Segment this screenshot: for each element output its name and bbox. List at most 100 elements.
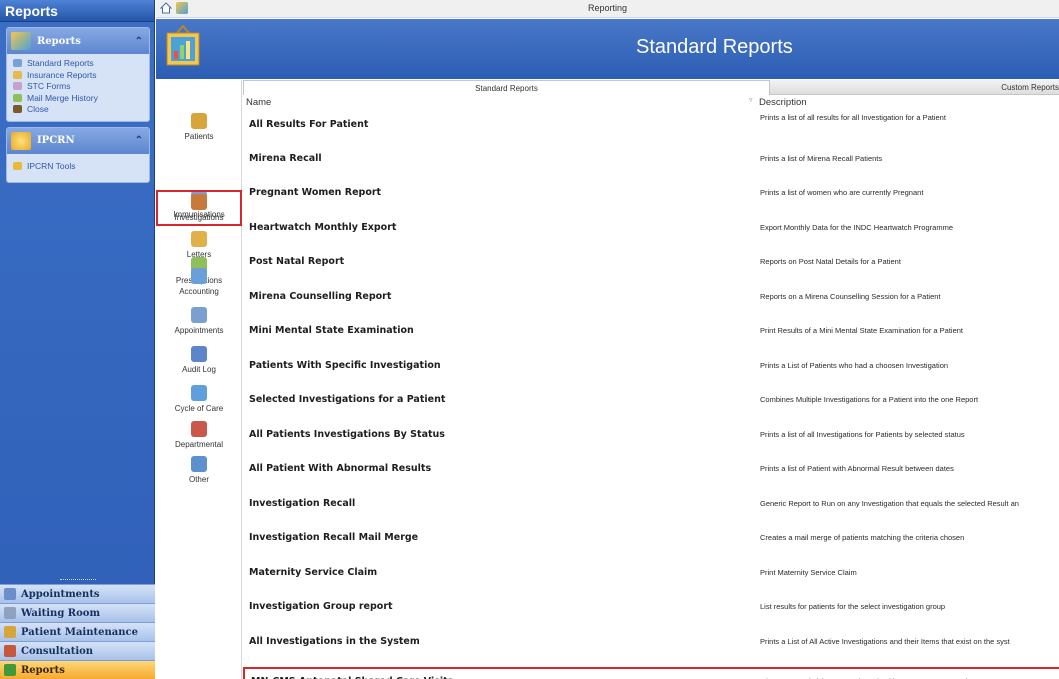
report-name: Mini Mental State Examination <box>249 325 414 336</box>
nav-button-consultation[interactable]: Consultation <box>0 641 155 660</box>
category-investigations[interactable]: Investigations <box>156 190 242 226</box>
table-row[interactable]: Patients With Specific Investigation Prin… <box>243 353 1059 387</box>
table-row[interactable]: All Patient With Abnormal Results Prints … <box>243 456 1059 490</box>
nav-item-standard-reports[interactable]: Standard Reports <box>13 58 145 69</box>
nav-button-label: Waiting Room <box>21 607 101 619</box>
ipcrn-group: IPCRN ⌃ IPCRN Tools <box>6 126 150 183</box>
nav-item-ipcrn-tools[interactable]: IPCRN Tools <box>13 161 145 172</box>
reports-group-header[interactable]: Reports ⌃ <box>7 28 149 54</box>
reports-group-items: Standard Reports Insurance Reports STC F… <box>7 54 149 121</box>
window-title: Reporting <box>587 3 628 13</box>
report-description: Creates a mail merge of patients matchin… <box>760 533 965 542</box>
letters-icon <box>191 231 207 247</box>
nav-item-insurance-reports[interactable]: Insurance Reports <box>13 70 145 81</box>
category-appointments[interactable]: Appointments <box>156 307 242 335</box>
category-cycle-of-care[interactable]: Cycle of Care <box>156 385 242 413</box>
report-description: List results for patients for the select… <box>760 602 946 611</box>
category-audit-log[interactable]: Audit Log <box>156 346 242 374</box>
report-name: All Results For Patient <box>249 119 369 130</box>
nav-button-patient-maintenance[interactable]: Patient Maintenance <box>0 622 155 641</box>
category-letters[interactable]: Letters <box>156 231 242 259</box>
table-row[interactable]: Heartwatch Monthly Export Export Monthly … <box>243 215 1059 249</box>
nav-pane-title: Reports <box>0 0 154 22</box>
report-description: Prints a List of All Active Investigatio… <box>760 636 1010 646</box>
tab-custom-reports[interactable]: Custom Reports <box>770 80 1059 95</box>
report-tabs: Standard Reports Custom Reports <box>243 80 1059 95</box>
report-name: Pregnant Women Report <box>249 187 382 198</box>
table-row[interactable]: Pregnant Women Report Prints a list of wo… <box>243 180 1059 214</box>
nav-button-label: Patient Maintenance <box>21 626 138 638</box>
appointments-icon <box>191 307 207 323</box>
report-name: Investigation Recall Mail Merge <box>249 532 419 543</box>
table-row[interactable]: MN-CMS Antenatal Shared Care VisitsLists… <box>243 667 1059 679</box>
departmental-icon <box>191 421 207 437</box>
reports-group-icon <box>11 32 31 50</box>
other-icon <box>191 456 207 472</box>
table-row[interactable]: Mirena Counselling Report Reports on a Mi… <box>243 284 1059 318</box>
nav-item-label: Insurance Reports <box>27 69 97 80</box>
table-row[interactable]: Post Natal Report Reports on Post Natal D… <box>243 249 1059 283</box>
category-patients[interactable]: Patients <box>156 113 242 141</box>
table-row[interactable]: All Results For Patient Prints a list of … <box>243 109 1059 143</box>
header-banner: Standard Reports <box>156 19 1059 79</box>
waiting-room-icon <box>4 607 16 619</box>
collapse-chevron-icon[interactable]: ⌃ <box>135 36 143 47</box>
category-label: Cycle of Care <box>174 404 224 413</box>
report-description: Prints a list of all Investigations for … <box>760 429 965 439</box>
nav-button-reports[interactable]: Reports <box>0 660 155 679</box>
report-description: Prints a list of all results for all Inv… <box>760 113 946 122</box>
report-name: Post Natal Report <box>249 256 345 267</box>
pane-splitter-grip[interactable] <box>60 579 96 581</box>
report-description: Print Maternity Service Claim <box>760 567 857 577</box>
grid-header: Name ▿ Description <box>243 96 1059 108</box>
nav-item-stc-forms[interactable]: STC Forms <box>13 81 145 92</box>
ipcrn-group-items: IPCRN Tools <box>7 154 149 183</box>
nav-button-appointments[interactable]: Appointments <box>0 584 155 603</box>
report-name: Mirena Counselling Report <box>249 290 392 302</box>
category-toolbar: Patients Immunisations Prescriptions Inv… <box>156 80 242 679</box>
ipcrn-tools-icon <box>13 161 22 170</box>
standard-reports-icon <box>13 59 22 68</box>
column-header-description[interactable]: Description <box>759 97 807 108</box>
nav-button-label: Consultation <box>21 645 94 657</box>
category-accounting[interactable]: Accounting <box>156 268 242 296</box>
table-row[interactable]: Mini Mental State Examination Print Resul… <box>243 318 1059 352</box>
report-name: Maternity Service Claim <box>249 566 378 578</box>
nav-button-label: Reports <box>21 664 65 676</box>
nav-item-label: Close <box>27 104 49 115</box>
report-name: All Patient With Abnormal Results <box>249 463 432 474</box>
filter-icon[interactable]: ▿ <box>749 96 753 104</box>
table-row[interactable]: Investigation Recall Generic Report to Ru… <box>243 491 1059 525</box>
report-description: Reports on Post Natal Details for a Pati… <box>760 257 901 266</box>
nav-item-close[interactable]: Close <box>13 104 145 115</box>
table-row[interactable]: Selected Investigations for a Patient Com… <box>243 387 1059 421</box>
report-description: Combines Multiple Investigations for a P… <box>760 395 979 404</box>
table-row[interactable]: All Investigations in the System Prints a… <box>243 629 1059 663</box>
table-row[interactable]: Mirena Recall Prints a list of Mirena Rec… <box>243 146 1059 180</box>
ipcrn-group-icon <box>11 131 31 150</box>
appointments-icon <box>4 588 16 600</box>
table-row[interactable]: Investigation Recall Mail Merge Creates a… <box>243 525 1059 559</box>
page-title: Standard Reports <box>636 36 793 58</box>
category-label: Patients <box>184 132 214 141</box>
table-row[interactable]: All Patients Investigations By Status Pri… <box>243 422 1059 456</box>
category-departmental[interactable]: Departmental <box>156 421 242 449</box>
nav-item-mail-merge-history[interactable]: Mail Merge History <box>13 93 145 104</box>
patients-icon <box>191 113 207 129</box>
accounting-icon <box>191 268 207 284</box>
close-icon <box>13 105 22 114</box>
category-other[interactable]: Other <box>156 456 242 484</box>
table-row[interactable]: Investigation Group report List results f… <box>243 594 1059 628</box>
navigation-pane: Reports Reports ⌃ Standard Reports Insur… <box>0 0 155 679</box>
mail-merge-history-icon <box>13 93 22 102</box>
ipcrn-group-header[interactable]: IPCRN ⌃ <box>7 127 149 154</box>
category-label: Appointments <box>174 326 224 335</box>
column-header-name[interactable]: Name <box>246 97 271 108</box>
collapse-chevron-icon[interactable]: ⌃ <box>135 135 143 146</box>
tab-standard-reports[interactable]: Standard Reports <box>243 80 770 95</box>
nav-button-waiting-room[interactable]: Waiting Room <box>0 603 155 622</box>
table-row[interactable]: Maternity Service Claim Print Maternity S… <box>243 560 1059 594</box>
report-name: Investigation Recall <box>249 497 356 509</box>
audit-log-icon <box>191 346 207 362</box>
reports-icon <box>4 664 16 676</box>
